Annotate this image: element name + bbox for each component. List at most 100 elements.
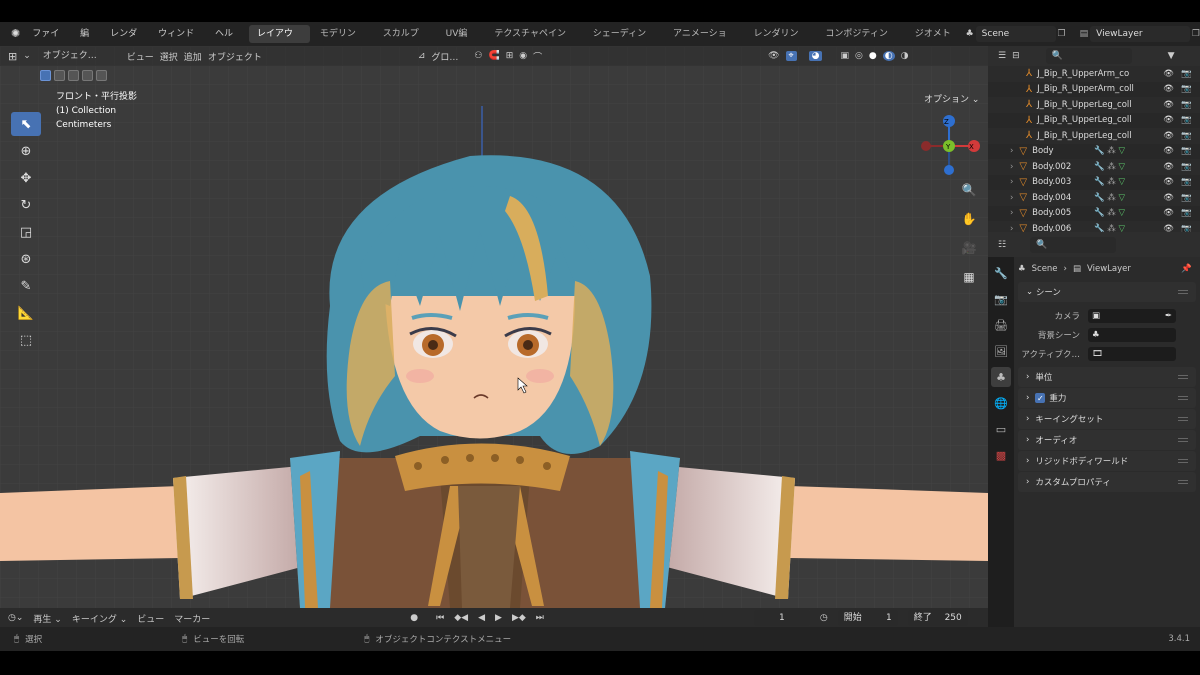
output-tab-icon[interactable]: 🖨 xyxy=(991,315,1011,335)
menu-help[interactable]: ヘルプ xyxy=(210,22,247,63)
outliner-row[interactable]: ⅄ J_Bip_R_UpperArm_co 👁 📷 xyxy=(988,66,1200,82)
outliner-row[interactable]: › ▽ Body.002 🔧 ⁂ ▽ 👁 📷 xyxy=(988,159,1200,175)
expand-arrow-icon[interactable]: › xyxy=(1010,208,1013,218)
menu-timeline-view[interactable]: ビュー xyxy=(137,612,164,625)
camera-view-icon[interactable]: 🎥 xyxy=(959,238,979,258)
outliner-row[interactable]: › ▽ Body 🔧 ⁂ ▽ 👁 📷 xyxy=(988,144,1200,160)
visibility-icon[interactable]: 👁 xyxy=(768,51,779,61)
menu-window[interactable]: ウィンドウ xyxy=(153,22,208,63)
section-1[interactable]: › ✓ 重力 xyxy=(1018,388,1196,408)
property-value[interactable]: 🎞 xyxy=(1088,346,1176,361)
pin-icon[interactable]: 📌 xyxy=(1181,264,1192,274)
shading-rendered-icon[interactable]: ◑ xyxy=(901,51,909,61)
outliner-row[interactable]: ⅄ J_Bip_R_UpperArm_coll 👁 📷 xyxy=(988,82,1200,98)
visibility-eye-icon[interactable]: 👁 xyxy=(1163,100,1174,110)
display-mode-icon[interactable]: ⊟ xyxy=(1012,51,1020,61)
measure-tool-icon[interactable]: 📐 xyxy=(11,301,41,325)
xray-icon[interactable]: ▣ xyxy=(840,51,849,61)
tab-geometry[interactable]: ジオメトリ xyxy=(907,25,962,57)
play-icon[interactable]: ▶ xyxy=(495,613,502,623)
overlay-toggle-icon[interactable]: ◕ xyxy=(808,51,823,61)
visibility-eye-icon[interactable]: 👁 xyxy=(1163,69,1174,79)
outliner-row[interactable]: ⅄ J_Bip_R_UpperLeg_coll 👁 📷 xyxy=(988,113,1200,129)
tool-tab-icon[interactable]: 🔧 xyxy=(991,263,1011,283)
properties-search-input[interactable]: 🔍 xyxy=(1030,236,1117,253)
zoom-icon[interactable]: 🔍 xyxy=(959,180,979,200)
jump-start-icon[interactable]: ⏮ xyxy=(436,613,444,623)
modifier-icons[interactable]: 🔧 ⁂ ▽ xyxy=(1094,208,1125,218)
world-tab-icon[interactable]: 🌐 xyxy=(991,393,1011,413)
section-3[interactable]: › オーディオ xyxy=(1018,430,1196,450)
texture-tab-icon[interactable]: ▩ xyxy=(991,445,1011,465)
outliner-row[interactable]: › ▽ Body.004 🔧 ⁂ ▽ 👁 📷 xyxy=(988,190,1200,206)
perspective-grid-icon[interactable]: ▦ xyxy=(959,267,979,287)
visibility-eye-icon[interactable]: 👁 xyxy=(1163,115,1174,125)
select-new-icon[interactable] xyxy=(40,69,51,81)
section-2[interactable]: › キーイングセット xyxy=(1018,409,1196,429)
modifier-icons[interactable]: 🔧 ⁂ ▽ xyxy=(1094,193,1125,203)
frame-end-field[interactable]: 終了 250 xyxy=(907,610,968,626)
copy-icon[interactable]: ❐ xyxy=(1058,29,1066,39)
select-intersect-icon[interactable] xyxy=(96,69,107,81)
properties-editor-icon[interactable]: ☷ xyxy=(998,240,1006,250)
expand-arrow-icon[interactable]: › xyxy=(1010,177,1013,187)
render-camera-icon[interactable]: 📷 xyxy=(1181,162,1192,172)
outliner-row[interactable]: › ▽ Body.003 🔧 ⁂ ▽ 👁 📷 xyxy=(988,175,1200,191)
prev-keyframe-icon[interactable]: ◆◀ xyxy=(454,613,468,623)
tab-shading[interactable]: シェーディング xyxy=(585,25,663,57)
modifier-icons[interactable]: 🔧 ⁂ ▽ xyxy=(1094,177,1125,187)
menu-view[interactable]: ビュー xyxy=(127,50,154,63)
expand-arrow-icon[interactable]: › xyxy=(1010,146,1013,156)
outliner-editor-icon[interactable]: ☰ xyxy=(998,51,1006,61)
tab-compositing[interactable]: コンポジティング xyxy=(817,25,904,57)
visibility-eye-icon[interactable]: 👁 xyxy=(1163,131,1174,141)
modifier-icons[interactable]: 🔧 ⁂ ▽ xyxy=(1094,162,1125,172)
menu-file[interactable]: ファイル xyxy=(27,22,73,63)
tab-animation[interactable]: アニメーション xyxy=(665,25,744,57)
3d-viewport[interactable]: ⊞ ⌄ オブジェク… ビュー 選択 追加 オブジェクト ⊿ グロ… ⚇ 🧲 ⊞ … xyxy=(0,46,988,608)
expand-arrow-icon[interactable]: › xyxy=(1010,193,1013,203)
tab-sculpt[interactable]: スカルプト xyxy=(375,25,436,57)
tab-layout[interactable]: レイアウト xyxy=(248,25,310,57)
cursor-tool-icon[interactable]: ⊕ xyxy=(11,139,41,163)
falloff-icon[interactable]: ⌒ xyxy=(533,50,542,63)
rotate-tool-icon[interactable]: ↻ xyxy=(11,193,41,217)
filter-icon[interactable]: ▼ xyxy=(1168,51,1175,61)
expand-arrow-icon[interactable]: › xyxy=(1010,162,1013,172)
tab-texture-paint[interactable]: テクスチャペイント xyxy=(486,25,582,57)
pan-hand-icon[interactable]: ✋ xyxy=(959,209,979,229)
render-camera-icon[interactable]: 📷 xyxy=(1181,146,1192,156)
outliner-search-input[interactable]: 🔍 xyxy=(1045,48,1132,64)
options-dropdown[interactable]: オプション ⌄ xyxy=(924,92,979,105)
scale-tool-icon[interactable]: ◲ xyxy=(11,220,41,244)
blender-logo-icon[interactable]: ✺ xyxy=(6,22,25,46)
select-extend-icon[interactable] xyxy=(54,69,65,81)
select-box-tool-icon[interactable]: ⬉ xyxy=(11,112,41,136)
copy-icon[interactable]: ❐ xyxy=(1192,29,1200,39)
render-tab-icon[interactable]: 📷 xyxy=(991,289,1011,309)
editor-type-icon[interactable]: ⊞ xyxy=(8,50,17,63)
view-layer-tab-icon[interactable]: 🖼 xyxy=(991,341,1011,361)
select-subtract-icon[interactable] xyxy=(68,69,79,81)
snap-target-icon[interactable]: ⊞ xyxy=(506,51,514,61)
visibility-eye-icon[interactable]: 👁 xyxy=(1163,146,1174,156)
menu-select[interactable]: 選択 xyxy=(160,50,178,63)
shading-solid-icon[interactable]: ● xyxy=(869,51,877,61)
jump-end-icon[interactable]: ⏭ xyxy=(536,613,544,623)
menu-add[interactable]: 追加 xyxy=(184,50,202,63)
transform-tool-icon[interactable]: ⊛ xyxy=(11,247,41,271)
outliner-row[interactable]: ⅄ J_Bip_R_UpperLeg_coll 👁 📷 xyxy=(988,128,1200,144)
menu-keying[interactable]: キーイング ⌄ xyxy=(72,612,127,625)
tab-modeling[interactable]: モデリング xyxy=(312,25,373,57)
gravity-checkbox[interactable]: ✓ xyxy=(1035,393,1046,403)
timeline-editor-icon[interactable]: ◷⌄ xyxy=(8,613,23,623)
editor-type-dropdown-icon[interactable]: ⌄ xyxy=(23,51,31,61)
property-value[interactable]: ▣ ✒ xyxy=(1088,308,1176,323)
eyedropper-icon[interactable]: ✒ xyxy=(1165,309,1172,323)
menu-render[interactable]: レンダー xyxy=(105,22,151,63)
pivot-icon[interactable]: ⚇ xyxy=(474,51,482,61)
render-camera-icon[interactable]: 📷 xyxy=(1181,193,1192,203)
property-value[interactable]: ♣ xyxy=(1088,327,1176,342)
section-4[interactable]: › リジッドボディワールド xyxy=(1018,451,1196,471)
current-frame-field[interactable]: 1 xyxy=(753,610,810,626)
